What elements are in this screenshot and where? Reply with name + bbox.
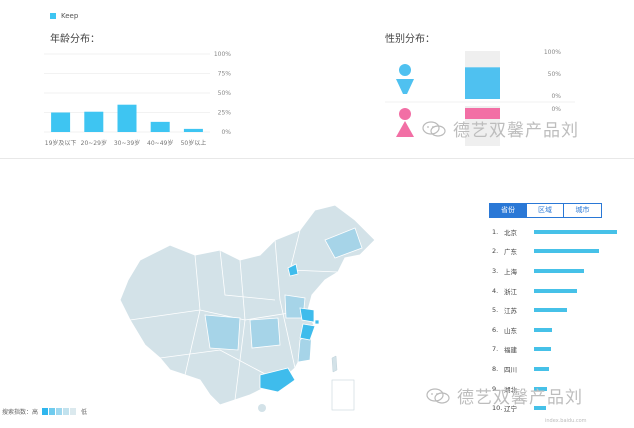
rank-index: 5.: [492, 306, 499, 315]
wechat-icon: [426, 387, 450, 404]
section-divider: [0, 158, 634, 159]
x-tick-label: 50岁以上: [181, 139, 207, 147]
rank-row: 2. 广东: [492, 242, 617, 262]
rank-name: 北京: [504, 228, 517, 237]
rank-name: 浙江: [504, 287, 517, 296]
scale-swatch: [42, 408, 49, 415]
watermark-text: 德艺双馨产品刘: [457, 388, 583, 408]
rank-bar: [534, 229, 617, 234]
rank-bar-track: [534, 366, 617, 371]
rank-name: 四川: [504, 365, 517, 374]
legend-label: Keep: [61, 12, 79, 20]
rank-bar-track: [534, 327, 617, 332]
watermark-text: 德艺双馨产品刘: [453, 121, 579, 141]
rank-bar-track: [534, 229, 617, 234]
male-icon: [396, 64, 414, 94]
rank-row: 5. 江苏: [492, 300, 617, 320]
province-hubei: [249, 317, 281, 349]
south-sea-inset: [331, 379, 355, 411]
rank-bar: [534, 268, 584, 273]
male-bar: [465, 67, 500, 99]
rank-row: 4. 浙江: [492, 281, 617, 301]
rank-index: 6.: [492, 325, 499, 334]
rank-bar: [534, 308, 568, 313]
rank-bar-track: [534, 288, 617, 293]
province-jiangsu: [299, 307, 315, 323]
female-icon: [396, 108, 414, 137]
rank-name: 广东: [504, 248, 517, 257]
scale-swatches: [42, 408, 77, 415]
watermark-bottom: 德艺双馨产品刘: [425, 383, 583, 408]
rank-row: 7. 福建: [492, 340, 617, 360]
china-heat-map: [119, 204, 376, 412]
rank-index: 2.: [492, 247, 499, 256]
age-bar: [117, 104, 137, 132]
y-tick-label: 100%: [214, 51, 231, 58]
rank-name: 山东: [504, 326, 517, 335]
wechat-icon: [422, 120, 446, 137]
source-note: index.baidu.com: [545, 418, 587, 424]
age-bar: [183, 128, 203, 132]
scale-swatch: [63, 408, 70, 415]
rank-bar: [534, 327, 553, 332]
y-tick-label: 25%: [218, 110, 232, 117]
age-bar: [150, 121, 170, 132]
gender-tick-label: 0%: [551, 106, 561, 113]
rank-bar: [534, 249, 599, 254]
rank-bar: [534, 347, 551, 352]
chart-legend: Keep: [50, 12, 78, 20]
province-hainan: [258, 404, 266, 412]
gender-tick-label: 50%: [548, 71, 562, 78]
x-tick-label: 20~29岁: [81, 139, 107, 147]
y-tick-label: 0%: [221, 129, 231, 136]
rank-row: 1. 北京: [492, 222, 617, 242]
scale-high-label: 搜索指数：高: [2, 409, 39, 416]
age-title: 年龄分布：: [50, 34, 100, 45]
age-bar-chart: 0% 25% 50% 75% 100% 19岁及以下 20~29岁 30~39岁 40~49岁 5…: [44, 51, 232, 147]
x-tick-label: 30~39岁: [114, 139, 140, 147]
y-tick-label: 50%: [218, 90, 232, 97]
rank-row: 3. 上海: [492, 261, 617, 281]
rank-name: 福建: [504, 346, 517, 355]
rank-name: 江苏: [504, 307, 517, 316]
rank-bar-track: [534, 249, 617, 254]
region-tabs: 省份 区域 城市: [489, 203, 602, 218]
age-bar: [51, 112, 71, 132]
rank-index: 7.: [492, 345, 499, 354]
scale-swatch: [70, 408, 77, 415]
province-sichuan: [204, 314, 241, 351]
province-zhejiang: [299, 323, 316, 341]
tab-province[interactable]: 省份: [490, 204, 527, 217]
rank-index: 4.: [492, 286, 499, 295]
rank-bar: [534, 288, 578, 293]
gender-tick-label: 0%: [551, 93, 561, 100]
x-tick-label: 19岁及以下: [45, 139, 77, 147]
rank-index: 1.: [492, 227, 499, 236]
x-tick-label: 40~49岁: [147, 139, 173, 147]
province-taiwan: [331, 355, 338, 373]
legend-swatch: [50, 13, 56, 19]
y-tick-label: 75%: [218, 71, 232, 78]
scale-low-label: 低: [81, 409, 88, 416]
gender-title: 性别分布：: [385, 34, 435, 45]
tab-city[interactable]: 城市: [564, 204, 601, 217]
tab-region[interactable]: 区域: [527, 204, 564, 217]
rank-index: 8.: [492, 364, 499, 373]
rank-name: 上海: [504, 267, 517, 276]
province-shanghai: [314, 319, 320, 325]
gender-tick-label: 100%: [544, 49, 561, 56]
rank-bar-track: [534, 308, 617, 313]
rank-bar: [534, 366, 549, 371]
rank-row: 8. 四川: [492, 359, 617, 379]
rank-bar-track: [534, 268, 617, 273]
rank-bar-track: [534, 347, 617, 352]
scale-swatch: [56, 408, 63, 415]
rank-index: 3.: [492, 266, 499, 275]
watermark-top: 德艺双馨产品刘: [421, 116, 579, 141]
map-scale-legend: 搜索指数：高 低: [2, 407, 87, 416]
age-bar: [84, 111, 104, 132]
rank-row: 6. 山东: [492, 320, 617, 340]
scale-swatch: [49, 408, 56, 415]
